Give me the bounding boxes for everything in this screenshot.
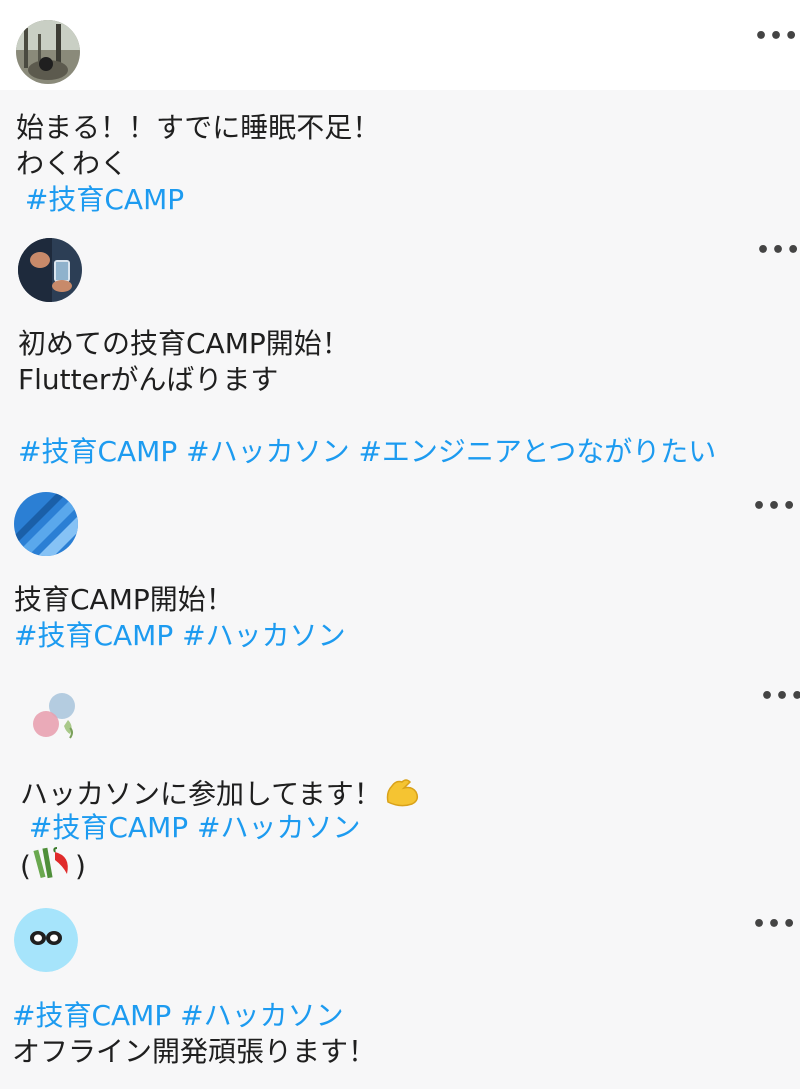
sleepy-eyes-avatar[interactable] xyxy=(14,908,78,972)
hashtag-link[interactable]: #技育CAMP #ハッカソン xyxy=(12,998,376,1034)
avatar-post-3[interactable] xyxy=(14,492,78,556)
flexed-biceps-emoji xyxy=(382,774,422,817)
post-3-text: 技育CAMP開始！ #技育CAMP #ハッカソン xyxy=(14,582,346,654)
hashtag-link[interactable]: #技育CAMP #ハッカソン #エンジニアとつながりたい xyxy=(18,434,716,470)
post-text-line: 始まる！！すでに睡眠不足！ xyxy=(16,111,381,144)
post-5: ••• #技育CAMP #ハッカソン オフライン開発頑張ります！ xyxy=(0,898,800,1089)
post-text-line: 初めての技育CAMP開始！ xyxy=(18,327,350,360)
post-2: ••• 初めての技育CAMP開始！ Flutterがんばります #技育CAMP … xyxy=(0,232,800,482)
post-1: ••• 始まる！！すでに睡眠不足！ わくわく #技育CAMP xyxy=(0,0,800,232)
post-2-text: 初めての技育CAMP開始！ Flutterがんばります #技育CAMP #ハッカ… xyxy=(18,326,716,470)
bamboo-pepper-emoji xyxy=(31,846,75,889)
post-text: ハッカソンに参加してます！ xyxy=(20,777,382,811)
post-text-line: Flutterがんばります xyxy=(18,363,279,396)
post-text-line: わくわく xyxy=(16,147,129,180)
post-1-text: 始まる！！すでに睡眠不足！ わくわく #技育CAMP xyxy=(16,110,380,218)
post-text-line: 技育CAMP開始！ xyxy=(14,583,234,616)
more-icon[interactable]: ••• xyxy=(752,914,797,936)
post-3: ••• 技育CAMP開始！ #技育CAMP #ハッカソン xyxy=(0,482,800,670)
more-icon[interactable]: ••• xyxy=(752,496,797,518)
post-5-text: #技育CAMP #ハッカソン オフライン開発頑張ります！ xyxy=(12,998,376,1070)
more-icon[interactable]: ••• xyxy=(754,26,799,48)
more-icon[interactable]: ••• xyxy=(760,686,800,708)
emoji-line: ( ) xyxy=(20,846,422,883)
post-4-text: ハッカソンに参加してます！ #技育CAMP #ハッカソン ( ) xyxy=(20,774,422,883)
avatar-post-4[interactable] xyxy=(22,684,86,748)
avatar-post-1[interactable] xyxy=(16,20,80,84)
hashtag-link[interactable]: #技育CAMP #ハッカソン xyxy=(20,810,422,846)
hashtag-link[interactable]: #技育CAMP xyxy=(16,182,380,218)
paren-open: ( xyxy=(20,849,31,883)
paren-close: ) xyxy=(74,849,86,883)
post-4: ••• ハッカソンに参加してます！ #技育CAMP #ハッカソン ( ) xyxy=(0,670,800,898)
post-text-line: ハッカソンに参加してます！ xyxy=(20,774,422,811)
hashtag-link[interactable]: #技育CAMP #ハッカソン xyxy=(14,618,346,654)
avatar-post-2[interactable] xyxy=(18,238,82,302)
more-icon[interactable]: ••• xyxy=(756,240,800,262)
post-text-line: オフライン開発頑張ります！ xyxy=(12,1035,377,1068)
